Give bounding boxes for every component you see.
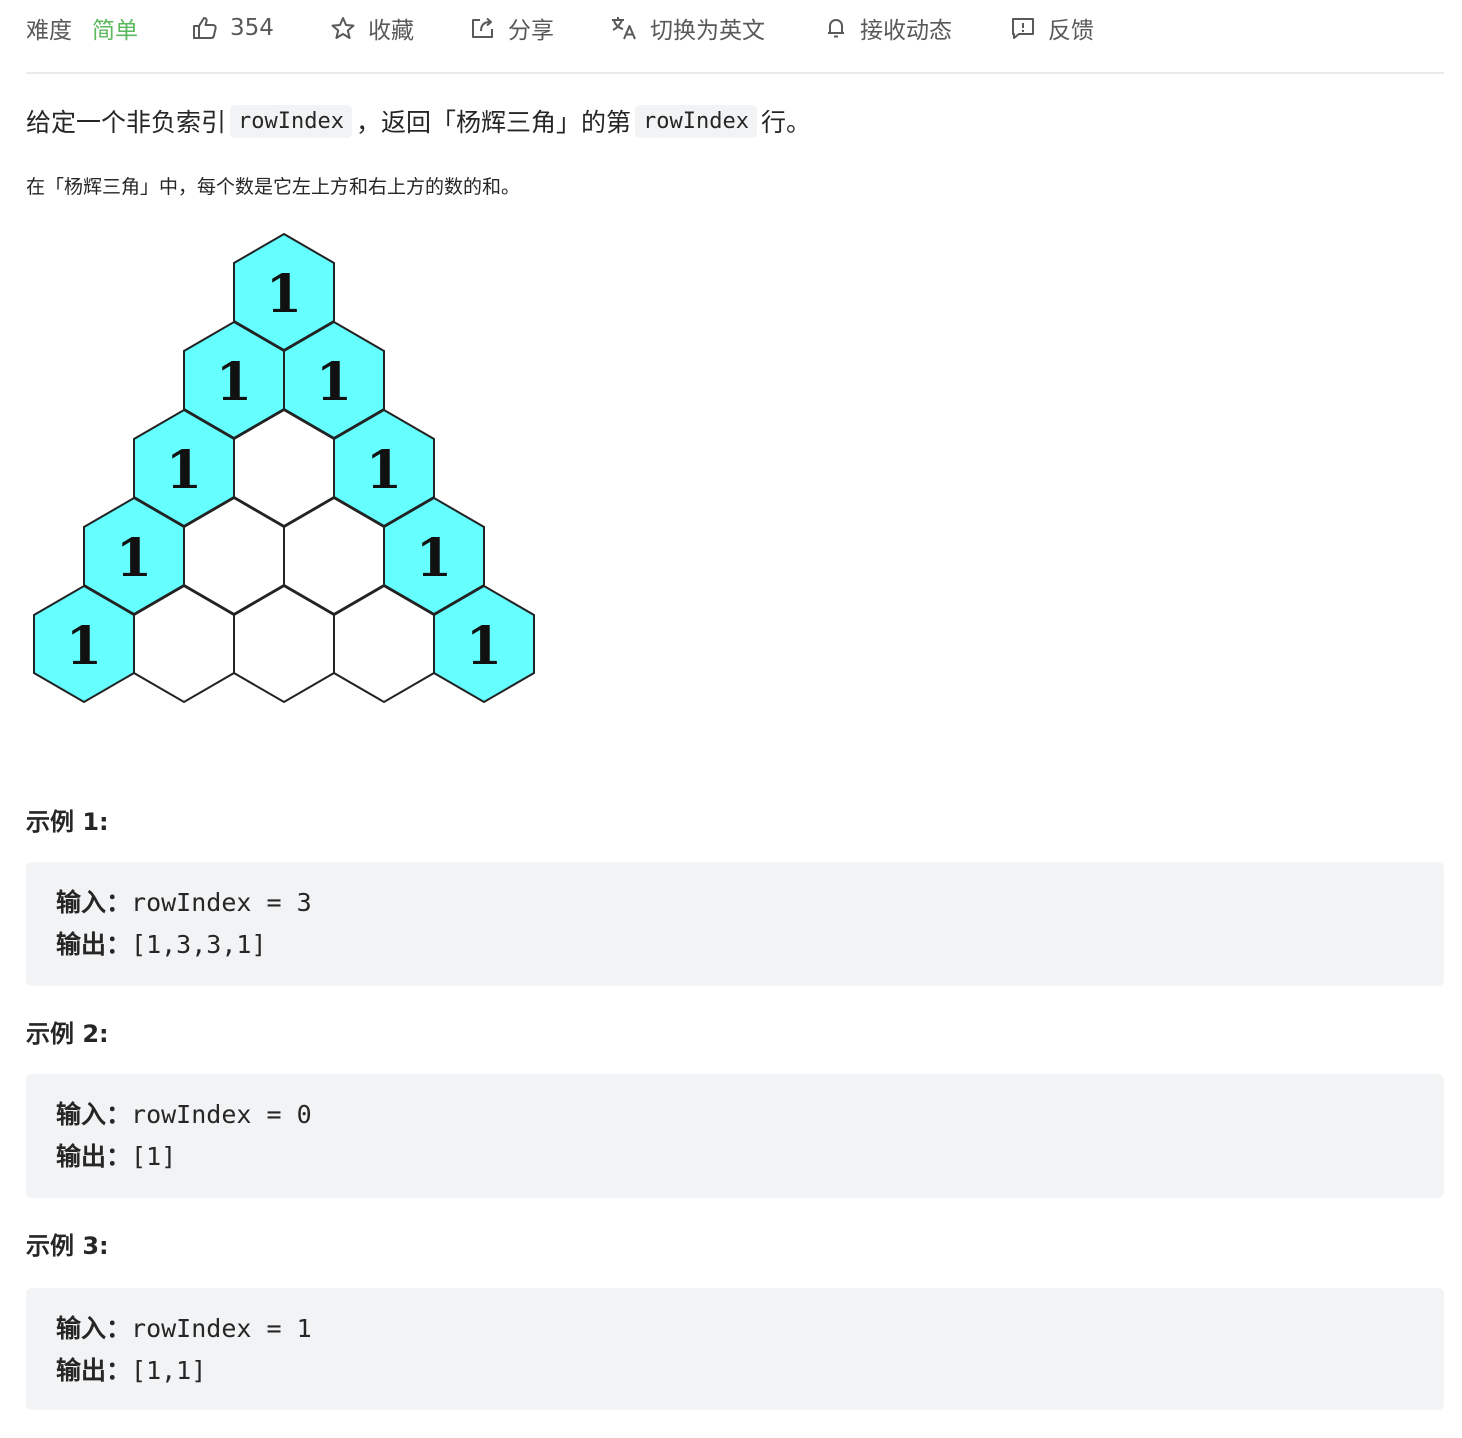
hex-cell-value: 1	[166, 440, 202, 501]
problem-toolbar: 难度 简单 354 收藏 分享 切换为英文 接收动态 反馈	[26, 0, 1444, 74]
input-value: rowIndex = 3	[131, 888, 312, 917]
inline-code-rowindex: rowIndex	[230, 104, 352, 138]
favorite-label: 收藏	[368, 18, 414, 44]
hex-cell-value: 1	[116, 528, 152, 589]
example-1-code: 输入：rowIndex = 3 输出：[1,3,3,1]	[26, 862, 1444, 986]
hex-cell-value: 1	[266, 264, 302, 325]
description-detail: 在「杨辉三角」中，每个数是它左上方和右上方的数的和。	[26, 176, 521, 198]
example-2-code: 输入：rowIndex = 0 输出：[1]	[26, 1074, 1444, 1198]
hex-cell-value: 1	[66, 616, 102, 677]
example-1-input: 输入：rowIndex = 3	[56, 882, 1414, 924]
example-3-code: 输入：rowIndex = 1 输出：[1,1]	[26, 1288, 1444, 1410]
input-label: 输入：	[56, 1314, 132, 1343]
description-text-2: ，返回「杨辉三角」的第	[355, 108, 631, 137]
description-text-1: 给定一个非负索引	[26, 108, 227, 137]
difficulty: 难度 简单	[26, 10, 138, 46]
input-value: rowIndex = 1	[131, 1314, 312, 1343]
hex-cell-value: 1	[416, 528, 452, 589]
example-2-input: 输入：rowIndex = 0	[56, 1094, 1414, 1136]
example-3-title: 示例 3:	[26, 1232, 109, 1260]
feedback-icon	[1010, 16, 1036, 40]
example-3-output: 输出：[1,1]	[56, 1350, 1414, 1392]
translate-icon	[610, 15, 638, 41]
feedback-label: 反馈	[1048, 18, 1094, 44]
share-label: 分享	[508, 18, 554, 44]
translate-button[interactable]: 切换为英文	[610, 10, 765, 46]
like-button[interactable]: 354	[192, 10, 274, 46]
description-text-3: 行。	[760, 108, 811, 137]
problem-description: 给定一个非负索引 rowIndex ，返回「杨辉三角」的第 rowIndex 行…	[26, 96, 811, 146]
difficulty-label: 难度	[26, 18, 72, 44]
subscribe-button[interactable]: 接收动态	[824, 10, 952, 46]
hex-cell-value: 1	[216, 352, 252, 413]
example-1-title: 示例 1:	[26, 808, 109, 836]
hex-cell-value: 1	[366, 440, 402, 501]
hex-cell-value: 1	[466, 616, 502, 677]
input-label: 输入：	[56, 888, 132, 917]
example-1-output: 输出：[1,3,3,1]	[56, 924, 1414, 966]
translate-label: 切换为英文	[650, 18, 765, 44]
output-value: [1]	[131, 1142, 177, 1171]
input-label: 输入：	[56, 1100, 132, 1129]
subscribe-label: 接收动态	[860, 18, 952, 44]
favorite-button[interactable]: 收藏	[330, 10, 414, 46]
input-value: rowIndex = 0	[131, 1100, 312, 1129]
hex-cell-value: 1	[316, 352, 352, 413]
output-label: 输出：	[56, 1356, 132, 1385]
output-label: 输出：	[56, 1142, 132, 1171]
output-label: 输出：	[56, 930, 132, 959]
pascal-triangle-figure: 11 11 11 11 1	[33, 232, 535, 704]
star-icon	[330, 16, 356, 40]
example-2-output: 输出：[1]	[56, 1136, 1414, 1178]
feedback-button[interactable]: 反馈	[1010, 10, 1094, 46]
thumbs-up-icon	[192, 16, 218, 40]
example-2-title: 示例 2:	[26, 1020, 109, 1048]
share-button[interactable]: 分享	[470, 10, 554, 46]
output-value: [1,1]	[131, 1356, 207, 1385]
output-value: [1,3,3,1]	[131, 930, 267, 959]
example-3-input: 输入：rowIndex = 1	[56, 1308, 1414, 1350]
like-count: 354	[230, 15, 274, 41]
inline-code-rowindex: rowIndex	[635, 104, 757, 138]
difficulty-value: 简单	[92, 18, 138, 44]
share-icon	[470, 16, 496, 40]
bell-icon	[824, 16, 848, 40]
